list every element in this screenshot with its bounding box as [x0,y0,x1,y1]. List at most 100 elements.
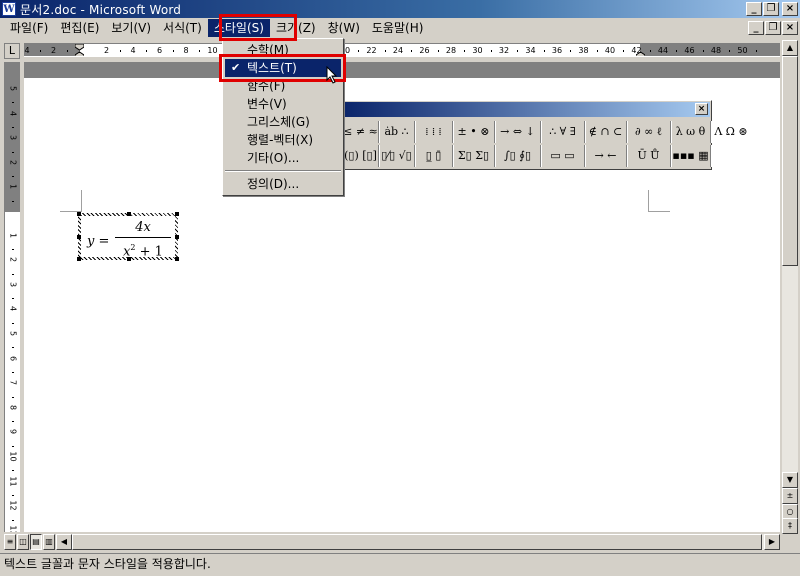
mouse-cursor-icon [326,66,338,84]
labeled-arrow-templates-button[interactable]: → ← [585,145,627,167]
menu-edit[interactable]: 편집(E) [54,19,105,37]
logical-symbols-button[interactable]: ∴ ∀ ∃ [541,121,585,143]
summation-templates-button[interactable]: Σ▯ Σ▯ [453,145,495,167]
ruler-tick-mark [146,50,148,52]
tab-selector-button[interactable]: L [4,43,20,59]
print-layout-view-button[interactable]: ▤ [30,534,42,550]
first-line-indent-icon[interactable] [75,44,84,57]
set-theory-symbols-button[interactable]: ∉ ∩ ⊂ [585,121,627,143]
style-menu-greek[interactable]: 그리스체(G) [225,113,341,131]
ruler-tick-label: 44 [657,46,669,55]
resize-handle[interactable] [175,235,179,239]
ruler-tick-label: 28 [445,46,457,55]
scroll-thumb[interactable] [782,56,798,266]
equation-object[interactable]: y = 4x x2 + 1 [77,212,179,261]
resize-handle[interactable] [127,212,131,216]
relational-symbols-button[interactable]: ≤ ≠ ≈ [343,121,379,143]
doc-minimize-button[interactable]: _ [748,21,764,35]
ruler-tick-mark [199,50,201,52]
embellishments-button[interactable]: ⁞ ⁞ ⁞ [415,121,453,143]
style-menu-variable[interactable]: 변수(V) [225,95,341,113]
menu-window[interactable]: 창(W) [322,19,366,37]
ruler-tick-label: 22 [366,46,377,55]
ruler-tick-mark [755,50,757,52]
subscript-superscript-templates-button[interactable]: ▯̲ ▯̄ [415,145,453,167]
scroll-left-button[interactable]: ◀ [56,534,72,550]
doc-restore-button[interactable]: ❐ [765,21,781,35]
equation-denominator: x2 + 1 [115,238,171,260]
arrow-symbols-button[interactable]: → ⇔ ↓ [495,121,541,143]
title-bar[interactable]: W 문서2.doc - Microsoft Word _ ❐ × [0,0,800,18]
menu-item-label: 그리스체(G) [247,115,310,129]
resize-handle[interactable] [175,212,179,216]
horizontal-ruler-row: L 42246810121416182022242628303234363840… [0,40,800,62]
ruler-tick-label: 4 [130,46,136,55]
document-window-controls: _ ❐ × [747,21,798,35]
doc-close-button[interactable]: × [782,21,798,35]
outline-view-button[interactable]: ▥ [43,534,55,550]
menu-item-label: 변수(V) [247,97,287,111]
equation-toolbar: × ≤ ≠ ≈ ȧb ∴ ⁞ ⁞ ⁞ ± • ⊗ → ⇔ ↓ ∴ ∀ ∃ ∉ ∩… [340,100,748,170]
integral-templates-button[interactable]: ∫▯ ∮▯ [495,145,541,167]
equation-toolbar-titlebar[interactable]: × [342,102,710,117]
vruler-tick-label: 9 [8,429,18,435]
ruler-tick-mark [411,50,413,52]
greek-lowercase-button[interactable]: λ ω θ [671,121,711,143]
menu-format[interactable]: 서식(T) [157,19,208,37]
ruler-tick-label: 34 [525,46,536,55]
resize-handle[interactable] [77,257,81,261]
vertical-scrollbar[interactable]: ▲ ▼ ± ○ ‡ [782,40,798,534]
resize-handle[interactable] [77,235,81,239]
horizontal-scroll-thumb[interactable] [72,534,762,550]
matrix-templates-button[interactable]: ▪▪▪ ▦ [671,145,711,167]
vruler-tick-mark [12,445,14,447]
normal-view-button[interactable]: ≡ [4,534,16,550]
style-menu-matrix-vector[interactable]: 행렬-벡터(X) [225,131,341,149]
ruler-tick-label: 30 [472,46,483,55]
fraction-radical-templates-button[interactable]: ▯⁄▯ √▯ [379,145,415,167]
horizontal-scrollbar[interactable]: ◀ ▶ [56,534,780,550]
toolbar-close-button[interactable]: × [695,103,708,115]
greek-uppercase-button[interactable]: Λ Ω ⊛ [711,121,751,143]
word-app-icon[interactable]: W [2,2,16,16]
scroll-down-button[interactable]: ▼ [782,472,798,488]
vertical-ruler[interactable]: 5 4 3 2 1 1 2 3 4 5 6 7 8 9 10 11 12 13 [4,62,20,532]
denominator-rest: + 1 [135,244,163,260]
horizontal-ruler[interactable]: 4224681012141618202224262830323436384042… [24,43,780,57]
menu-help[interactable]: 도움말(H) [366,19,430,37]
resize-handle[interactable] [175,257,179,261]
minimize-button[interactable]: _ [746,2,762,16]
resize-handle[interactable] [77,212,81,216]
crop-mark-top-left [60,190,82,212]
restore-button[interactable]: ❐ [763,2,779,16]
vruler-tick-label: 5 [8,330,18,337]
ruler-tick-label: 32 [498,46,510,55]
product-templates-button[interactable]: Ū Ů [627,145,671,167]
style-menu-define[interactable]: 정의(D)... [225,175,341,193]
operator-symbols-button[interactable]: ± • ⊗ [453,121,495,143]
ruler-tick-mark [358,50,360,52]
close-button[interactable]: × [782,2,798,16]
bar-templates-button[interactable]: ▭ ▭ [541,145,585,167]
spaces-ellipses-button[interactable]: ȧb ∴ [379,121,415,143]
vruler-tick-label: 2 [8,159,18,165]
vruler-tick-mark [12,421,14,423]
misc-symbols-button[interactable]: ∂ ∞ ℓ [627,121,671,143]
style-menu-other[interactable]: 기타(O)... [225,149,341,167]
menu-file[interactable]: 파일(F) [4,19,54,37]
menu-separator [225,170,341,172]
symbol-palette-row: ≤ ≠ ≈ ȧb ∴ ⁞ ⁞ ⁞ ± • ⊗ → ⇔ ↓ ∴ ∀ ∃ ∉ ∩ ⊂… [343,121,751,143]
fence-templates-button[interactable]: (▯) [▯] [343,145,379,167]
next-page-button[interactable]: ‡ [782,518,798,534]
ruler-tick-mark [40,50,42,52]
ruler-tick-mark [66,50,68,52]
ruler-tick-label: 48 [710,46,722,55]
scroll-up-button[interactable]: ▲ [782,40,798,56]
ruler-tick-mark [464,50,466,52]
previous-page-button[interactable]: ± [782,488,798,504]
ruler-tick-mark [172,50,174,52]
scroll-right-button[interactable]: ▶ [764,534,780,550]
web-layout-view-button[interactable]: ◫ [17,534,29,550]
menu-view[interactable]: 보기(V) [105,19,157,37]
ruler-tick-label: 8 [183,46,189,55]
